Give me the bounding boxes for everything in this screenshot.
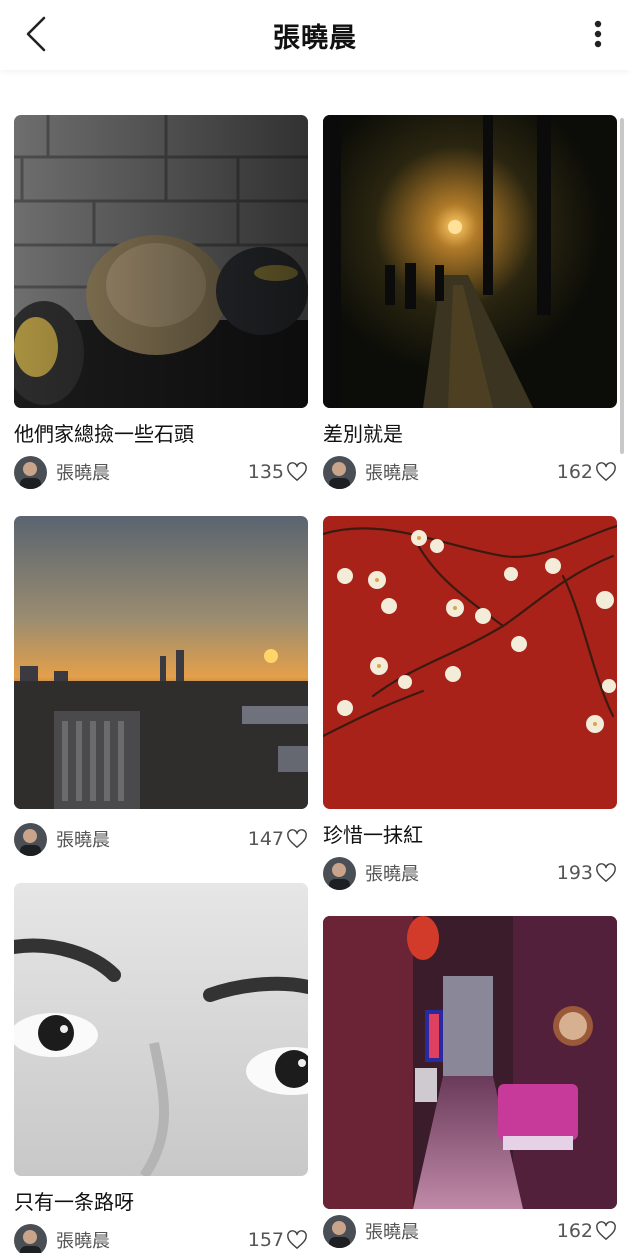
author-avatar[interactable]	[323, 455, 356, 489]
author-name[interactable]: 張曉晨	[365, 1218, 557, 1244]
more-vertical-icon[interactable]	[590, 16, 606, 52]
author-avatar[interactable]	[14, 822, 47, 856]
author-avatar[interactable]	[14, 1223, 47, 1253]
post-meta: 張曉晨 135	[14, 454, 308, 490]
author-avatar[interactable]	[323, 1214, 356, 1248]
post-card[interactable]: 珍惜一抹紅 張曉晨 193	[323, 516, 617, 891]
post-card[interactable]: 張曉晨 147	[14, 516, 308, 857]
author-name[interactable]: 張曉晨	[365, 459, 557, 485]
post-meta: 張曉晨 157	[14, 1222, 308, 1253]
like-count: 147	[247, 828, 284, 850]
post-image[interactable]	[323, 115, 617, 408]
post-card[interactable]: 他們家總撿一些石頭 張曉晨 135	[14, 115, 308, 490]
page-title: 張曉晨	[273, 22, 357, 54]
author-name[interactable]: 張曉晨	[56, 459, 248, 485]
post-title[interactable]: 差別就是	[323, 420, 617, 448]
post-card[interactable]: 張曉晨 162	[323, 916, 617, 1249]
like-count: 157	[247, 1229, 284, 1251]
post-title[interactable]: 他們家總撿一些石頭	[14, 420, 308, 448]
author-avatar[interactable]	[323, 856, 356, 890]
post-image[interactable]	[14, 115, 308, 408]
author-name[interactable]: 張曉晨	[56, 1227, 248, 1253]
post-image[interactable]	[323, 516, 617, 809]
heart-icon[interactable]	[595, 863, 617, 883]
post-title[interactable]: 珍惜一抹紅	[323, 821, 617, 849]
heart-icon[interactable]	[595, 1221, 617, 1241]
heart-icon[interactable]	[286, 1230, 308, 1250]
like-count: 135	[247, 461, 284, 483]
like-count: 162	[556, 461, 593, 483]
post-card[interactable]: 差別就是 張曉晨 162	[323, 115, 617, 490]
like-count: 162	[556, 1220, 593, 1242]
heart-icon[interactable]	[286, 829, 308, 849]
scrollbar[interactable]	[620, 118, 624, 454]
heart-icon[interactable]	[595, 462, 617, 482]
author-name[interactable]: 張曉晨	[365, 860, 557, 886]
heart-icon[interactable]	[286, 462, 308, 482]
post-image[interactable]	[14, 883, 308, 1176]
author-name[interactable]: 張曉晨	[56, 826, 248, 852]
post-meta: 張曉晨 162	[323, 454, 617, 490]
like-count: 193	[556, 862, 593, 884]
post-meta: 張曉晨 162	[323, 1213, 617, 1249]
post-title[interactable]: 只有一条路呀	[14, 1188, 308, 1216]
post-image[interactable]	[323, 916, 617, 1209]
author-avatar[interactable]	[14, 455, 47, 489]
post-meta: 張曉晨 193	[323, 855, 617, 891]
post-meta: 張曉晨 147	[14, 821, 308, 857]
top-bar: 張曉晨	[0, 0, 630, 70]
chevron-left-icon[interactable]	[22, 14, 52, 54]
post-card[interactable]: 只有一条路呀 張曉晨 157	[14, 883, 308, 1253]
post-image[interactable]	[14, 516, 308, 809]
